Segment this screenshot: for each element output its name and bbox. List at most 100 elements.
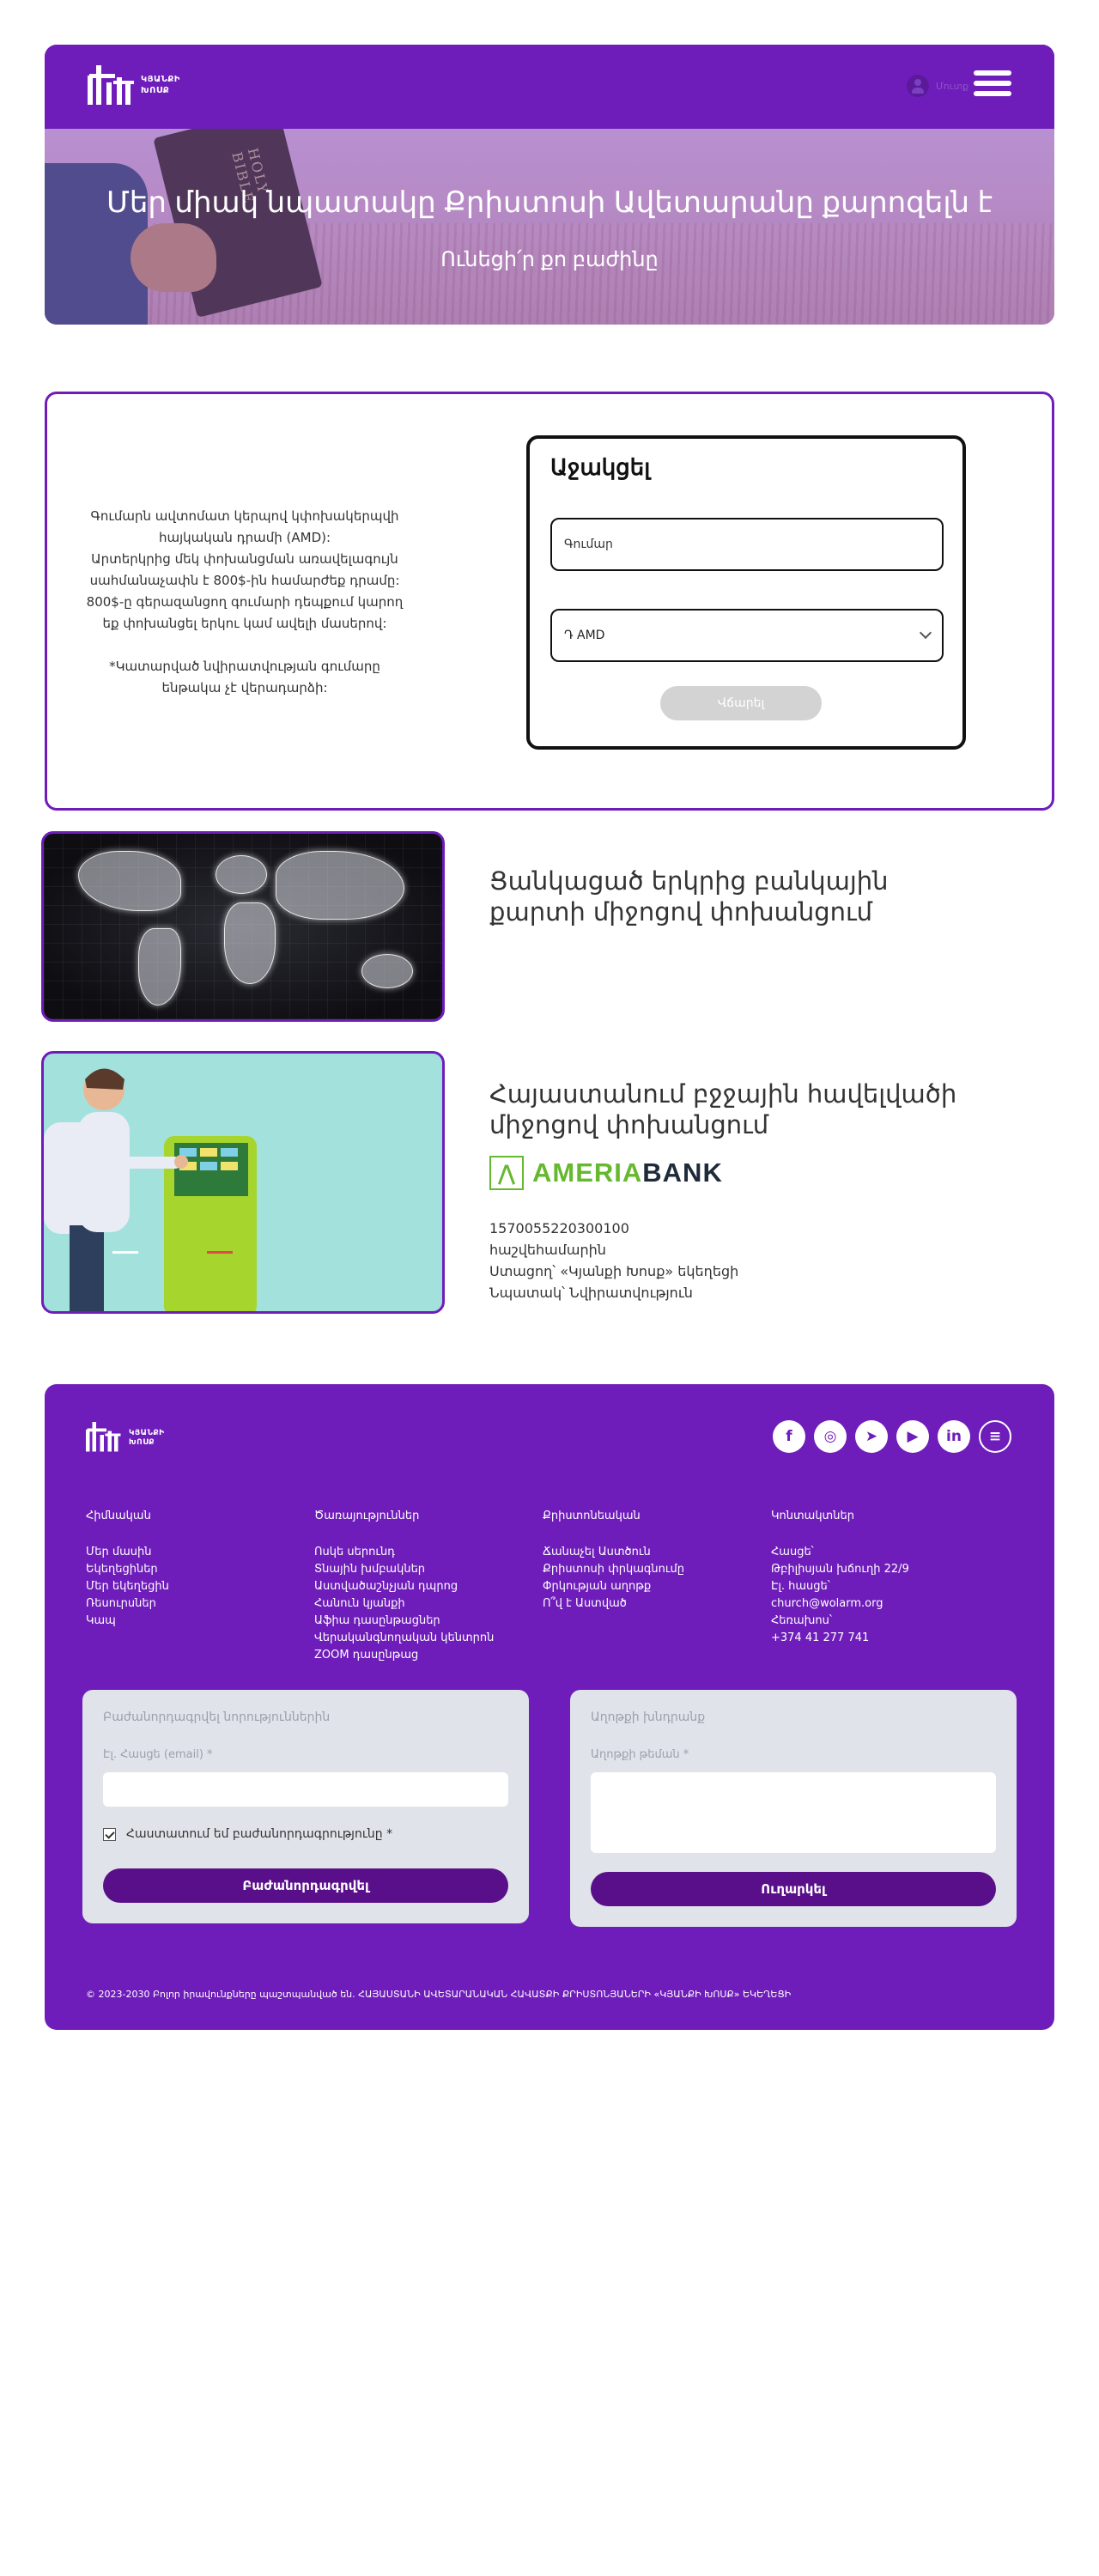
prayer-request-form: Աղոթքի խնդրանք Աղոթքի թեման * Ուղարկել [570,1690,1017,1927]
footer-link[interactable]: Մեր եկեղեցին [86,1578,309,1595]
info-line: Գումարն ավտոմատ կերպով կփոխակերպվի [90,508,399,524]
logo-text: ԿՅԱՆՔԻ ԽՈՍՔ [141,74,180,96]
account-number: 1570055220300100 [489,1220,629,1236]
footer-col-contacts: Կոնտակտներ Հասցե՝ Թբիլիսյան խճուղի 22/9 … [771,1508,994,1647]
footer-col-title: Ծառայություններ [314,1510,420,1522]
prayer-topic-textarea[interactable] [591,1772,996,1853]
currency-select[interactable]: Դ AMD [550,609,944,662]
newsletter-form: Բաժանորդագրվել նորություններին Էլ. Հասցե… [82,1690,529,1923]
send-button[interactable]: Ուղարկել [591,1872,996,1906]
email-label: Էլ. Հասցե (email) * [103,1748,213,1761]
donation-form-title: Աջակցել [550,454,651,480]
footer-link[interactable]: Հանուն կյանքի [314,1595,537,1613]
logo-text: ԿՅԱՆՔԻ ԽՈՍՔ [129,1429,165,1448]
refund-note: ենթակա չէ վերադարձի: [161,680,328,696]
bank-title-line: միջոցով փոխանցում [489,1110,769,1139]
footer-col-christian: Քրիստոնեական Ճանաչել Աստծուն Քրիստոսի փր… [543,1508,766,1613]
linkedin-icon[interactable]: in [938,1420,970,1453]
amount-input[interactable] [564,538,930,551]
world-map-image [41,831,445,1022]
footer-link[interactable]: Տնային խմբակներ [314,1561,537,1578]
donation-section: Գումարն ավտոմատ կերպով կփոխակերպվի հայկա… [45,392,1054,811]
contact-label: Էլ. հասցե՝ [771,1580,830,1593]
footer-link[interactable]: Ճանաչել Աստծուն [543,1544,766,1561]
facebook-icon[interactable]: f [773,1420,805,1453]
menu-icon[interactable]: ≡ [979,1420,1011,1453]
bank-title-line: Հայաստանում բջջային հավելվածի [489,1079,957,1109]
hamburger-menu-icon[interactable] [974,70,1013,101]
newsletter-title: Բաժանորդագրվել նորություններին [103,1710,331,1724]
footer-link[interactable]: Քրիստոսի փրկագնումը [543,1561,766,1578]
contact-address: Թբիլիսյան խճուղի 22/9 [771,1563,909,1576]
logo-line-1: ԿՅԱՆՔԻ [129,1429,165,1437]
prayer-title: Աղոթքի խնդրանք [591,1710,706,1724]
contact-label: Հասցե՝ [771,1546,814,1558]
logo-mark-icon [88,65,134,105]
footer-link[interactable]: Ոսկե սերունդ [314,1544,537,1561]
footer-link[interactable]: Փրկության աղոթք [543,1578,766,1595]
consent-label: Հաստատում եմ բաժանորդագրությունը * [126,1827,393,1841]
subscribe-button[interactable]: Բաժանորդագրվել [103,1868,508,1903]
donation-info: Գումարն ավտոմատ կերպով կփոխակերպվի հայկա… [73,506,416,699]
user-login-button[interactable]: Մուտք [907,70,984,101]
contact-email-link[interactable]: church@wolarm.org [771,1595,994,1613]
ameriabank-logo: AMERIABANK [489,1156,723,1190]
logo-line-2: ԽՈՍՔ [141,86,170,95]
navbar: ԿՅԱՆՔԻ ԽՈՍՔ Մուտք [45,45,1054,129]
footer-col-title: Հիմնական [86,1510,151,1522]
pay-button[interactable]: Վճարել [660,686,822,720]
card-transfer-title: Ցանկացած երկրից բանկային քարտի միջոցով փ… [489,866,888,927]
amount-field-wrapper [550,518,944,571]
footer-link[interactable]: Ռեսուրսներ [86,1595,309,1613]
info-line: հայկական դրամի (AMD): [158,530,331,545]
recipient: Ստացող՝ «Կյանքի Խոսք» եկեղեցի [489,1263,739,1279]
logo-line-1: ԿՅԱՆՔԻ [141,75,180,84]
atm-image [41,1051,445,1314]
contact-phone-link[interactable]: +374 41 277 741 [771,1630,994,1647]
currency-value: Դ AMD [564,629,605,642]
footer-link[interactable]: Աֆիա դասընթացներ [314,1613,537,1630]
hero-banner: HOLY BIBLE Մեր միակ նպատակը Քրիստոսի Ավե… [45,129,1054,325]
header-hero: ԿՅԱՆՔԻ ԽՈՍՔ Մուտք HOLY BIBLE Մեր միակ նպ… [45,45,1054,325]
purpose: Նպատակ՝ Նվիրատվություն [489,1285,693,1301]
social-links: f ◎ ➤ ▶ in ≡ [773,1420,1011,1453]
card-title-line: քարտի միջոցով փոխանցում [489,897,873,927]
hero-subtitle: Ունեցի՛ր քո բաժինը [440,248,659,271]
info-line: եք փոխանցել երկու կամ ավելի մասերով: [102,616,387,631]
footer-link[interactable]: ZOOM դասընթաց [314,1647,537,1664]
hero-title: Մեր միակ նպատակը Քրիստոսի Ավետարանը քարո… [106,186,993,219]
consent-row[interactable]: Հաստատում եմ բաժանորդագրությունը * [103,1827,392,1841]
footer-link[interactable]: Վերականգնողական կենտրոն [314,1630,537,1647]
footer-link[interactable]: Մեր մասին [86,1544,309,1561]
consent-checkbox[interactable] [103,1827,116,1841]
user-icon [907,75,929,97]
footer-link[interactable]: Ո՞վ է Աստված [543,1595,766,1613]
footer-link[interactable]: Աստվածաշնչյան դպրոց [314,1578,537,1595]
footer-logo[interactable]: ԿՅԱՆՔԻ ԽՈՍՔ [86,1422,189,1456]
site-logo[interactable]: ԿՅԱՆՔԻ ԽՈՍՔ [88,65,199,108]
bank-name-part-a: AMERIA [532,1157,643,1188]
account-label: հաշվեհամարին [489,1242,606,1258]
footer-col-main: Հիմնական Մեր մասին Եկեղեցիներ Մեր եկեղեց… [86,1508,309,1630]
info-line: սահմանաչափն է 800$-ին համարժեք դրամը: [89,573,400,588]
logo-mark-icon [86,1422,121,1452]
newsletter-email-input[interactable] [103,1772,508,1807]
hero-overlay [45,129,1054,325]
chevron-down-icon [919,626,932,640]
copyright: © 2023-2030 Բոլոր իրավունքները պաշտպանվա… [86,1989,792,2000]
contact-label: Հեռախոս՝ [771,1614,832,1627]
bank-name-part-b: BANK [642,1157,723,1188]
atm-illustration [44,1068,257,1311]
youtube-icon[interactable]: ▶ [896,1420,929,1453]
card-title-line: Ցանկացած երկրից բանկային [489,866,889,896]
footer-link[interactable]: Եկեղեցիներ [86,1561,309,1578]
footer-link[interactable]: Կապ [86,1613,309,1630]
bank-transfer-title: Հայաստանում բջջային հավելվածի միջոցով փո… [489,1078,956,1140]
ameriabank-mark-icon [489,1156,524,1190]
telegram-icon[interactable]: ➤ [855,1420,888,1453]
bank-name: AMERIABANK [532,1157,723,1188]
bank-details: 1570055220300100 հաշվեհամարին Ստացող՝ «Կ… [489,1218,738,1303]
instagram-icon[interactable]: ◎ [814,1420,847,1453]
user-label: Մուտք [936,80,969,92]
info-line: 800$-ը գերազանցող գումարի դեպքում կարող [86,594,404,610]
